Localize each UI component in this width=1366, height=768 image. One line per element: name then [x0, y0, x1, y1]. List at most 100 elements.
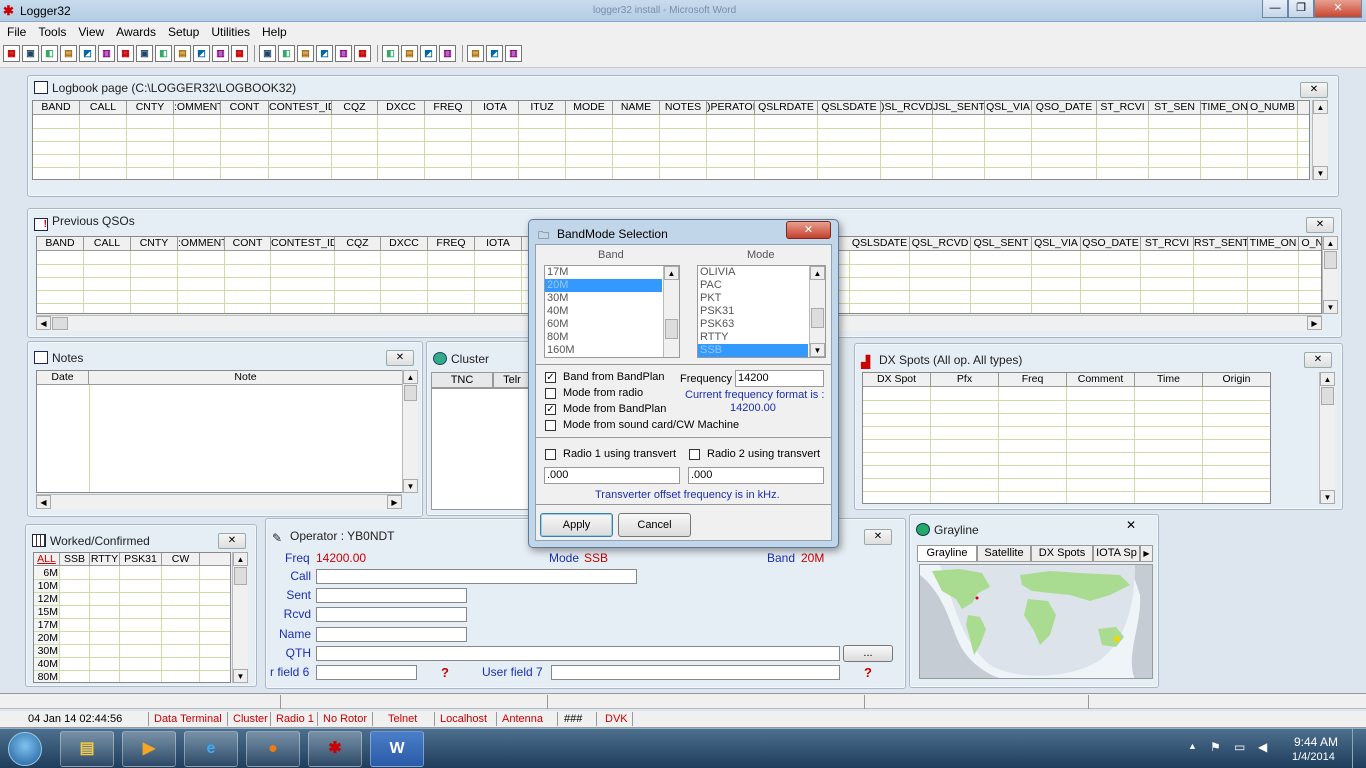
- mode-option[interactable]: PKT: [698, 292, 808, 305]
- dx-spots-scrollbar[interactable]: ▲ ▼: [1319, 372, 1335, 504]
- notes-scrollbar[interactable]: ▲ ▼: [402, 370, 418, 493]
- worked-close-button[interactable]: ✕: [218, 533, 246, 549]
- grid-icon[interactable]: ◧: [155, 45, 172, 62]
- mode-list-scrollbar[interactable]: ▲ ▼: [809, 266, 825, 357]
- db-icon[interactable]: ◧: [382, 45, 399, 62]
- column-header[interactable]: QSLSDATE: [850, 237, 910, 250]
- column-header[interactable]: QSL_VIA: [985, 101, 1032, 114]
- rcvd-input[interactable]: [316, 607, 467, 622]
- band-list-scrollbar[interactable]: ▲: [663, 266, 679, 357]
- scroll-thumb[interactable]: [665, 319, 678, 339]
- frequency-input[interactable]: 14200: [735, 370, 824, 387]
- tab-scroll-right-icon[interactable]: ▶: [1140, 545, 1153, 562]
- close-window-button[interactable]: ✕: [1314, 0, 1362, 18]
- mode-option[interactable]: PAC: [698, 279, 808, 292]
- world-icon[interactable]: ▥: [335, 45, 352, 62]
- menu-tools[interactable]: Tools: [31, 22, 71, 39]
- worked-scrollbar[interactable]: ▲ ▼: [232, 552, 248, 683]
- scroll-up-icon[interactable]: ▲: [1320, 372, 1335, 386]
- start-button[interactable]: [8, 732, 42, 766]
- logbook-close-button[interactable]: ✕: [1300, 82, 1328, 98]
- table-icon[interactable]: ▣: [259, 45, 276, 62]
- scroll-down-icon[interactable]: ▼: [810, 343, 825, 357]
- photo-icon[interactable]: ▤: [174, 45, 191, 62]
- column-header[interactable]: CNTY: [131, 237, 178, 250]
- word-taskbar-icon[interactable]: W: [370, 731, 424, 767]
- column-header[interactable]: DXCC: [381, 237, 428, 250]
- band-option[interactable]: 30M: [545, 292, 662, 305]
- qth-input[interactable]: [316, 646, 840, 661]
- scroll-thumb[interactable]: [52, 317, 68, 330]
- maximize-button[interactable]: ❐: [1288, 0, 1314, 18]
- status-item[interactable]: DVK: [605, 713, 628, 725]
- radio-icon[interactable]: ▥: [212, 45, 229, 62]
- tray-expand-icon[interactable]: ▲: [1188, 741, 1197, 751]
- menu-file[interactable]: File: [0, 22, 31, 39]
- calc-icon[interactable]: ◩: [316, 45, 333, 62]
- menu-help[interactable]: Help: [255, 22, 292, 39]
- fn-icon[interactable]: ▤: [297, 45, 314, 62]
- scroll-left-icon[interactable]: ◀: [36, 316, 51, 330]
- mode-from-radio-checkbox[interactable]: [545, 388, 556, 399]
- column-header[interactable]: QSL_SENT: [971, 237, 1032, 250]
- scroll-up-icon[interactable]: ▲: [810, 266, 825, 280]
- column-header[interactable]: ST_RCVI: [1097, 101, 1149, 114]
- status-item[interactable]: Cluster: [233, 713, 268, 725]
- column-header[interactable]: BAND: [33, 101, 80, 114]
- band-option[interactable]: 17M: [545, 266, 662, 279]
- volume-tray-icon[interactable]: ◀: [1258, 740, 1267, 754]
- apply-button[interactable]: Apply: [540, 513, 613, 537]
- scroll-up-icon[interactable]: ▲: [403, 370, 418, 384]
- dx-spots-grid[interactable]: DX Spot Pfx Freq Comment Time Origin: [862, 372, 1271, 504]
- flag-tray-icon[interactable]: ⚑: [1210, 740, 1221, 754]
- cluster-tab-telnet[interactable]: Telr: [493, 372, 531, 388]
- band-icon[interactable]: ▥: [98, 45, 115, 62]
- column-header[interactable]: Time: [1135, 373, 1203, 386]
- text-icon[interactable]: ▦: [231, 45, 248, 62]
- logbook-grid[interactable]: BAND CALL CNTY:OMMENT CONT CONTEST_ID CQZ DXCC…: [32, 100, 1310, 180]
- grayline-tab-satellite[interactable]: Satellite: [977, 545, 1031, 562]
- column-header[interactable]: CALL: [80, 101, 127, 114]
- column-header[interactable]: NOTES: [660, 101, 707, 114]
- cancel-button[interactable]: Cancel: [618, 513, 691, 537]
- column-header[interactable]: TIME_ON: [1248, 237, 1299, 250]
- column-header[interactable]: RTTY: [90, 553, 120, 565]
- firefox-taskbar-icon[interactable]: ●: [246, 731, 300, 767]
- column-header[interactable]: QSLRDATE: [755, 101, 818, 114]
- scroll-down-icon[interactable]: ▼: [1313, 166, 1328, 180]
- sent-input[interactable]: [316, 588, 467, 603]
- network-tray-icon[interactable]: ▭: [1234, 740, 1245, 754]
- menu-awards[interactable]: Awards: [109, 22, 161, 39]
- globe-icon[interactable]: ▣: [136, 45, 153, 62]
- column-header[interactable]: CQZ: [332, 101, 378, 114]
- column-header[interactable]: NAME: [613, 101, 660, 114]
- column-header[interactable]: )PERATOR: [707, 101, 755, 114]
- column-header[interactable]: ST_RCVI: [1141, 237, 1194, 250]
- grayline-tab-dx-spots[interactable]: DX Spots: [1031, 545, 1093, 562]
- clock-date[interactable]: 1/4/2014: [1292, 751, 1335, 763]
- grayline-map[interactable]: [919, 564, 1153, 679]
- cluster-icon[interactable]: ▦: [117, 45, 134, 62]
- column-header[interactable]: SSB: [60, 553, 90, 565]
- mode-list[interactable]: OLIVIA PAC PKT PSK31 PSK63 RTTY SSB: [697, 265, 826, 358]
- scroll-down-icon[interactable]: ▼: [1323, 300, 1338, 314]
- previous-qsos-icon[interactable]: ▣: [22, 45, 39, 62]
- scroll-right-icon[interactable]: ▶: [387, 495, 402, 509]
- column-header[interactable]: Freq: [999, 373, 1067, 386]
- column-header[interactable]: JSL_SENT: [933, 101, 985, 114]
- cluster-tab-tnc[interactable]: TNC: [431, 372, 493, 388]
- column-header[interactable]: DXCC: [378, 101, 425, 114]
- column-header[interactable]: QSL_VIA: [1032, 237, 1081, 250]
- explorer-taskbar-icon[interactable]: ▤: [60, 731, 114, 767]
- radio1-offset-input[interactable]: .000: [544, 467, 680, 484]
- grayline-close-button[interactable]: ✕: [1117, 518, 1145, 534]
- scroll-thumb[interactable]: [1321, 387, 1334, 405]
- band-option[interactable]: 160M: [545, 344, 662, 357]
- worked-icon[interactable]: ◩: [79, 45, 96, 62]
- scroll-right-icon[interactable]: ▶: [1307, 316, 1322, 330]
- column-header[interactable]: Comment: [1067, 373, 1135, 386]
- arrow-icon[interactable]: ▥: [505, 45, 522, 62]
- radio2-offset-input[interactable]: .000: [688, 467, 824, 484]
- scroll-down-icon[interactable]: ▼: [233, 669, 248, 683]
- minimize-button[interactable]: —: [1262, 0, 1288, 18]
